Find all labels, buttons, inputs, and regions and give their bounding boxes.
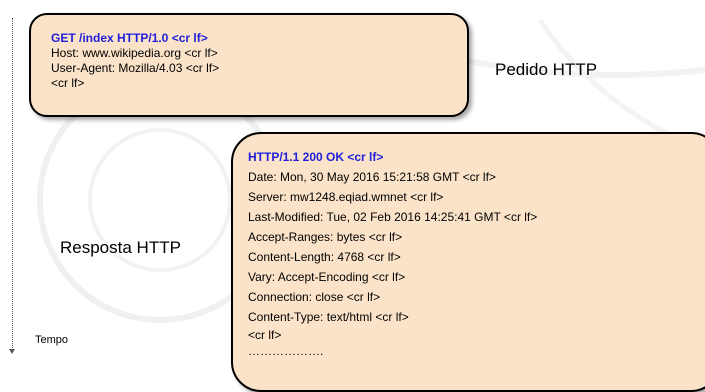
request-line: GET /index HTTP/1.0 <cr lf> — [51, 31, 208, 45]
response-header-line: Date: Mon, 30 May 2016 15:21:58 GMT <cr … — [248, 170, 496, 184]
time-axis-label: Tempo — [35, 334, 69, 346]
response-header-line: Server: mw1248.eqiad.wmnet <cr lf> — [248, 190, 444, 204]
request-header-line: User-Agent: Mozilla/4.03 <cr lf> — [51, 61, 220, 75]
response-header-line: Last-Modified: Tue, 02 Feb 2016 14:25:41… — [248, 210, 538, 224]
response-header-line: Connection: close <cr lf> — [248, 290, 381, 304]
response-header-line: Content-Type: text/html <cr lf> — [248, 310, 409, 324]
time-axis-arrow-icon — [9, 349, 15, 354]
request-header-line: <cr lf> — [51, 76, 85, 90]
response-body-ellipsis: ………………. — [248, 344, 324, 358]
response-header-line: <cr lf> — [248, 328, 282, 342]
http-request-box: GET /index HTTP/1.0 <cr lf> Host: www.wi… — [29, 13, 469, 117]
status-line: HTTP/1.1 200 OK <cr lf> — [248, 150, 384, 164]
time-axis-line — [12, 18, 13, 350]
response-header-line: Vary: Accept-Encoding <cr lf> — [248, 270, 406, 284]
response-label: Resposta HTTP — [60, 238, 181, 257]
http-response-box: HTTP/1.1 200 OK <cr lf> Date: Mon, 30 Ma… — [231, 132, 705, 392]
response-header-line: Content-Length: 4768 <cr lf> — [248, 250, 401, 264]
request-label: Pedido HTTP — [495, 60, 598, 79]
request-header-line: Host: www.wikipedia.org <cr lf> — [51, 46, 218, 60]
response-header-line: Accept-Ranges: bytes <cr lf> — [248, 230, 403, 244]
